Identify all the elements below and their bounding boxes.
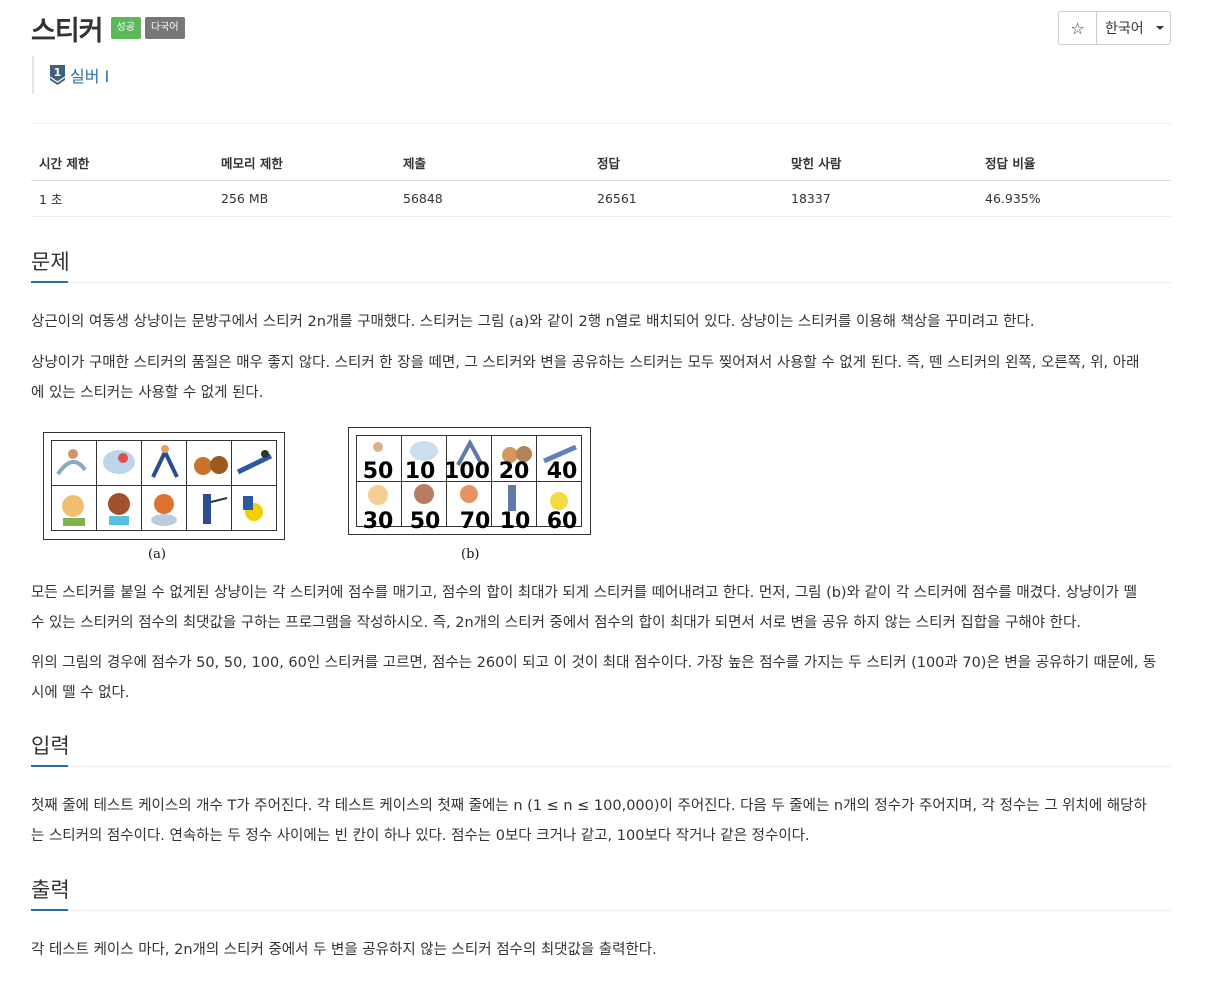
header-accepted: 정답 — [589, 145, 783, 181]
figure-b-caption: (b) — [461, 547, 480, 562]
output-title: 출력 — [31, 878, 70, 902]
sticker-figure-b: 50 10 100 20 40 30 50 70 10 60 — [348, 427, 591, 535]
table-header-row: 시간 제한 메모리 제한 제출 정답 맞힌 사람 정답 비율 — [31, 145, 1171, 181]
description-paragraph-4b: 시에 뗄 수 없다. — [31, 685, 130, 701]
header-time-limit: 시간 제한 — [31, 145, 213, 181]
score-top-1: 50 — [363, 459, 394, 484]
sticker-diver-icon — [103, 450, 135, 474]
figure-a-caption: (a) — [148, 547, 166, 562]
description-paragraph-4a: 위의 그림의 경우에 점수가 50, 50, 100, 60인 스티커를 고르면… — [31, 655, 1157, 671]
input-title-underline — [31, 765, 1171, 767]
sticker-figure-a — [43, 432, 285, 540]
input-paragraph-a: 첫째 줄에 테스트 케이스의 개수 T가 주어진다. 각 테스트 케이스의 첫째… — [31, 798, 1147, 814]
description-paragraph-3a: 모든 스티커를 붙일 수 없게된 상냥이는 각 스티커에 점수를 매기고, 점수… — [31, 585, 1137, 601]
score-bottom-2: 50 — [410, 509, 441, 534]
description-paragraph-3b: 수 있는 스티커의 점수의 최댓값을 구하는 프로그램을 작성하시오. 즉, 2… — [31, 615, 1081, 631]
score-bottom-3: 70 — [460, 509, 491, 534]
score-top-3: 100 — [444, 459, 490, 484]
svg-text:1: 1 — [54, 66, 62, 79]
tier-label[interactable]: 실버 I — [70, 63, 109, 87]
description-paragraph-2a: 상냥이가 구매한 스티커의 품질은 매우 좋지 않다. 스티커 한 장을 떼면,… — [31, 355, 1140, 371]
success-badge: 성공 — [110, 17, 141, 39]
top-button-group: ☆ 한국어 — [1058, 11, 1171, 45]
multilang-badge: 다국어 — [144, 17, 185, 39]
caret-down-icon — [1155, 26, 1164, 30]
submissions-value[interactable]: 56848 — [395, 180, 589, 217]
problem-title: 스티커 — [31, 15, 104, 47]
table-row: 1 초 256 MB 56848 26561 18337 46.935% — [31, 180, 1171, 217]
score-bottom-5: 60 — [547, 509, 578, 534]
header-ratio: 정답 비율 — [977, 145, 1171, 181]
score-bottom-1: 30 — [363, 509, 394, 534]
score-top-4: 20 — [499, 459, 530, 484]
ratio-value: 46.935% — [977, 180, 1171, 217]
score-top-5: 40 — [547, 459, 578, 484]
description-title: 문제 — [31, 250, 70, 274]
output-title-underline — [31, 909, 1171, 911]
solvers-value[interactable]: 18337 — [783, 180, 977, 217]
tier-block: 1 실버 I — [32, 56, 109, 94]
language-dropdown[interactable]: 한국어 — [1097, 12, 1170, 44]
output-paragraph: 각 테스트 케이스 마다, 2n개의 스티커 중에서 두 변을 공유하지 않는 … — [31, 942, 657, 958]
description-title-underline — [31, 281, 1171, 283]
problem-info-table: 시간 제한 메모리 제한 제출 정답 맞힌 사람 정답 비율 1 초 256 M… — [31, 145, 1171, 217]
memory-limit-value: 256 MB — [213, 180, 395, 217]
score-top-2: 10 — [405, 459, 436, 484]
divider — [31, 123, 1171, 124]
accepted-value[interactable]: 26561 — [589, 180, 783, 217]
sticker-snorkel-icon — [62, 495, 85, 526]
star-icon: ☆ — [1070, 18, 1085, 38]
score-bottom-4: 10 — [500, 509, 531, 534]
time-limit-value: 1 초 — [31, 180, 213, 217]
title-row: 스티커 성공 다국어 — [31, 8, 185, 48]
header-submissions: 제출 — [395, 145, 589, 181]
input-title: 입력 — [31, 734, 70, 758]
language-label: 한국어 — [1105, 21, 1144, 37]
header-memory-limit: 메모리 제한 — [213, 145, 395, 181]
description-paragraph-2b: 에 있는 스티커는 사용할 수 없게 된다. — [31, 385, 264, 401]
sticker-girl-icon — [108, 493, 130, 525]
input-paragraph-b: 는 스티커의 점수이다. 연속하는 두 정수 사이에는 빈 칸이 하나 있다. … — [31, 828, 810, 844]
description-paragraph-1: 상근이의 여동생 상냥이는 문방구에서 스티커 2n개를 구매했다. 스티커는 … — [31, 314, 1035, 330]
header-solvers: 맞힌 사람 — [783, 145, 977, 181]
star-button[interactable]: ☆ — [1059, 12, 1097, 44]
silver-tier-icon: 1 — [49, 65, 66, 85]
